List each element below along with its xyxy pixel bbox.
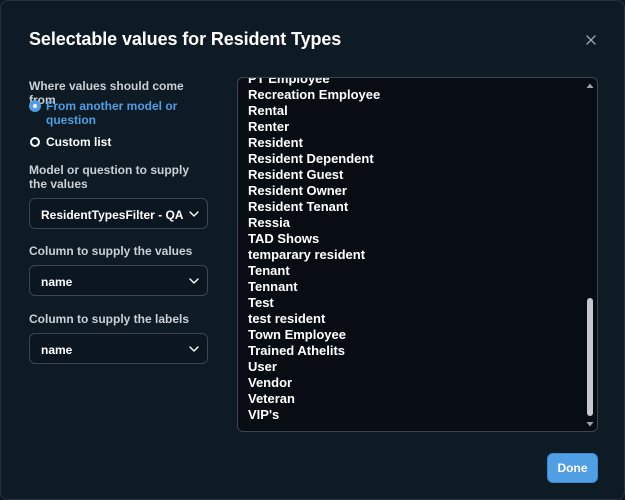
list-item[interactable]: User xyxy=(248,359,380,375)
model-select[interactable]: ResidentTypesFilter - QA xyxy=(29,198,208,229)
close-icon[interactable] xyxy=(583,32,599,48)
radio-selected-indicator[interactable] xyxy=(30,101,40,111)
values-column-label: Column to supply the values xyxy=(29,244,193,258)
done-button[interactable]: Done xyxy=(547,453,598,483)
list-item[interactable]: Test xyxy=(248,295,380,311)
list-item[interactable]: PT Employee xyxy=(248,78,380,87)
list-item[interactable]: Rental xyxy=(248,103,380,119)
values-column-select[interactable]: name xyxy=(29,265,208,296)
radio-from-model[interactable]: From another model or question xyxy=(29,99,196,127)
radio-label-from-model: From another model or question xyxy=(46,99,178,127)
labels-column-select[interactable]: name xyxy=(29,333,208,364)
list-item[interactable]: Trained Athelits xyxy=(248,343,380,359)
radio-label-custom-list: Custom list xyxy=(46,135,112,149)
chevron-down-icon xyxy=(189,278,199,284)
list-item[interactable]: Ressia xyxy=(248,215,380,231)
list-item[interactable]: temparary resident xyxy=(248,247,380,263)
list-item[interactable]: Resident Guest xyxy=(248,167,380,183)
labels-column-label: Column to supply the labels xyxy=(29,312,190,326)
list-item[interactable]: Vendor xyxy=(248,375,380,391)
list-item[interactable]: TAD Shows xyxy=(248,231,380,247)
list-item[interactable]: Recreation Employee xyxy=(248,87,380,103)
list-item[interactable]: Tennant xyxy=(248,279,380,295)
scroll-up-arrow-icon[interactable] xyxy=(586,82,594,90)
selectable-values-dialog: Selectable values for Resident Types Whe… xyxy=(0,0,625,500)
model-select-value: ResidentTypesFilter - QA xyxy=(41,208,184,222)
list-item[interactable]: Resident xyxy=(248,135,380,151)
list-item[interactable]: Resident Owner xyxy=(248,183,380,199)
labels-column-select-value: name xyxy=(41,343,73,357)
scrollbar[interactable] xyxy=(583,78,597,431)
chevron-down-icon xyxy=(189,211,199,217)
list-item[interactable]: Tenant xyxy=(248,263,380,279)
values-list: PT Employee Recreation Employee Rental Rent… xyxy=(248,78,380,423)
list-item[interactable]: Resident Tenant xyxy=(248,199,380,215)
list-item[interactable]: test resident xyxy=(248,311,380,327)
radio-custom-list[interactable]: Custom list xyxy=(29,135,196,149)
values-column-select-value: name xyxy=(41,275,73,289)
list-item[interactable]: Town Employee xyxy=(248,327,380,343)
scrollbar-thumb[interactable] xyxy=(587,298,593,416)
list-item[interactable]: Veteran xyxy=(248,391,380,407)
list-item[interactable]: Renter xyxy=(248,119,380,135)
chevron-down-icon xyxy=(189,346,199,352)
model-label: Model or question to supply the values xyxy=(29,163,189,191)
list-item[interactable]: Resident Dependent xyxy=(248,151,380,167)
values-list-box[interactable]: PT Employee Recreation Employee Rental Rent… xyxy=(237,77,598,432)
dialog-title: Selectable values for Resident Types xyxy=(29,29,342,49)
list-item[interactable]: VIP's xyxy=(248,407,380,423)
radio-unselected-indicator[interactable] xyxy=(30,137,40,147)
scroll-down-arrow-icon[interactable] xyxy=(586,420,594,428)
